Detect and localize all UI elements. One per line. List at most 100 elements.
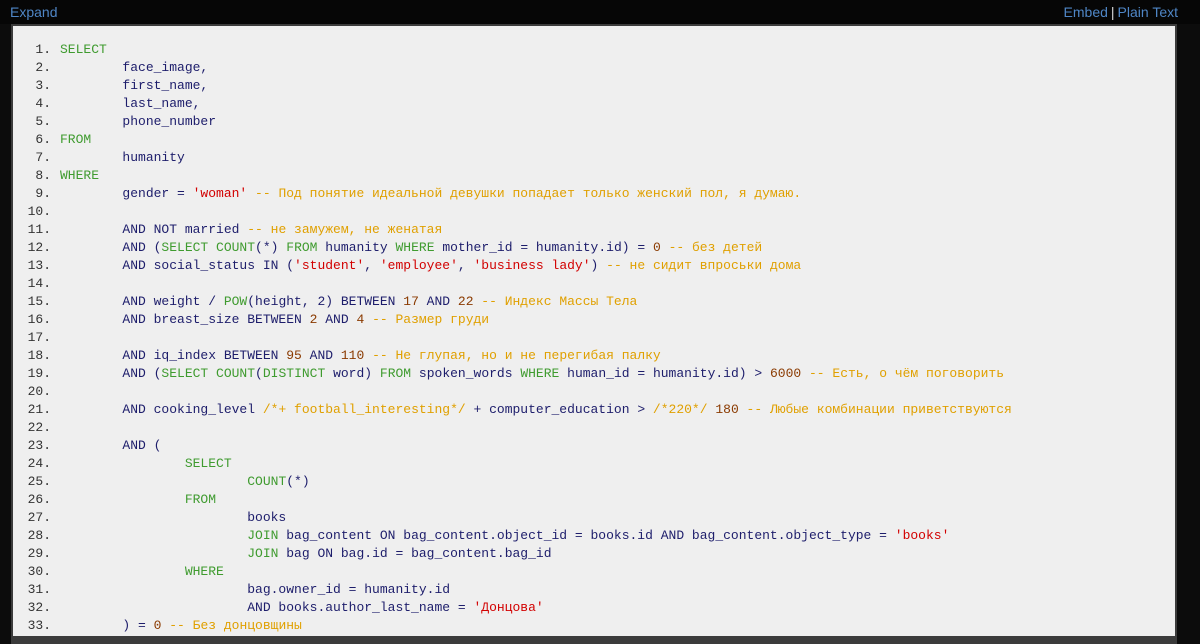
sql-string: 'woman' — [192, 186, 248, 201]
sql-comment: -- Не глупая, но и не перегибая палку — [364, 348, 661, 363]
sql-number: 180 — [715, 402, 739, 417]
sql-comment: -- Под понятие идеальной девушки попадае… — [247, 186, 802, 201]
code-line: 32. AND books.author_last_name = 'Донцов… — [13, 599, 1012, 617]
line-number: 27. — [27, 510, 51, 525]
code-line: 8. WHERE — [13, 167, 1012, 185]
sql-string: 'books' — [894, 528, 950, 543]
sql-string: 'employee' — [379, 258, 458, 273]
sql-text: (*) — [286, 474, 310, 489]
sql-keyword: SELECT COUNT — [161, 240, 256, 255]
code-line: 19. AND (SELECT COUNT(DISTINCT word) FRO… — [13, 365, 1012, 383]
sql-keyword: WHERE — [60, 168, 100, 183]
sql-number: 22 — [457, 294, 474, 309]
code-line: 23. AND ( — [13, 437, 1012, 455]
sql-keyword: DISTINCT — [262, 366, 326, 381]
sql-text: humanity — [317, 240, 396, 255]
sql-text: human_id = humanity.id) > — [559, 366, 770, 381]
sql-text: AND — [301, 348, 341, 363]
sql-keyword: FROM — [379, 366, 412, 381]
sql-text: AND ( — [60, 240, 162, 255]
sql-keyword: FROM — [60, 492, 217, 507]
line-number: 29. — [27, 546, 51, 561]
sql-text: (height, 2) BETWEEN — [247, 294, 404, 309]
link-separator: | — [1110, 4, 1115, 20]
line-number: 6. — [35, 132, 51, 147]
embed-link[interactable]: Embed — [1064, 4, 1108, 20]
code-line: 1. SELECT — [13, 41, 1012, 59]
sql-text: AND breast_size BETWEEN — [60, 312, 310, 327]
sql-keyword: WHERE — [520, 366, 560, 381]
sql-comment: /*+ football_interesting*/ — [262, 402, 466, 417]
line-number: 16. — [27, 312, 51, 327]
sql-string: 'business lady' — [473, 258, 591, 273]
line-number: 2. — [35, 60, 51, 75]
code-line: 7. humanity — [13, 149, 1012, 167]
sql-text: books — [60, 510, 287, 525]
sql-text: ) = — [60, 618, 154, 633]
sql-comment: -- Любые комбинации приветствуются — [738, 402, 1012, 417]
sql-keyword: JOIN — [247, 528, 279, 543]
sql-number: 0 — [652, 240, 661, 255]
code-line: 14. — [13, 275, 1012, 293]
line-number: 3. — [35, 78, 51, 93]
code-line: 12. AND (SELECT COUNT(*) FROM humanity W… — [13, 239, 1012, 257]
code-line: 13. AND social_status IN ('student', 'em… — [13, 257, 1012, 275]
line-number: 12. — [27, 240, 51, 255]
expand-link[interactable]: Expand — [10, 4, 57, 20]
sql-text: AND weight / — [60, 294, 224, 309]
sql-comment: -- Без донцовщины — [161, 618, 302, 633]
sql-text: ( — [255, 366, 263, 381]
sql-keyword: SELECT — [60, 456, 232, 471]
line-number: 24. — [27, 456, 51, 471]
code-listing: 1. SELECT 2. face_image, 3. first_name, 4. l… — [13, 41, 1012, 635]
sql-text: + computer_education > — [465, 402, 653, 417]
line-number: 33. — [27, 618, 51, 633]
code-line: 28. JOIN bag_content ON bag_content.obje… — [13, 527, 1012, 545]
line-number: 28. — [27, 528, 51, 543]
sql-keyword: SELECT COUNT — [161, 366, 256, 381]
code-line: 6. FROM — [13, 131, 1012, 149]
code-line: 22. — [13, 419, 1012, 437]
line-number: 17. — [27, 330, 51, 345]
sql-text: AND social_status IN ( — [60, 258, 295, 273]
sql-keyword: FROM — [60, 132, 92, 147]
sql-comment: -- не замужем, не женатая — [239, 222, 443, 237]
sql-keyword: JOIN — [247, 546, 279, 561]
code-line: 29. JOIN bag ON bag.id = bag_content.bag… — [13, 545, 1012, 563]
sql-text: last_name, — [60, 96, 201, 111]
sql-text: bag.owner_id = humanity.id — [60, 582, 451, 597]
code-line: 16. AND breast_size BETWEEN 2 AND 4 -- Р… — [13, 311, 1012, 329]
line-number: 13. — [27, 258, 51, 273]
toolbar: Expand Embed | Plain Text — [0, 0, 1200, 24]
sql-keyword: WHERE — [60, 564, 224, 579]
sql-string: 'student' — [294, 258, 365, 273]
sql-number: 110 — [340, 348, 365, 363]
line-number: 26. — [27, 492, 51, 507]
line-number: 22. — [27, 420, 51, 435]
code-line: 31. bag.owner_id = humanity.id — [13, 581, 1012, 599]
sql-keyword: COUNT — [247, 474, 287, 489]
code-line: 17. — [13, 329, 1012, 347]
sql-comment: /*220*/ — [652, 402, 708, 417]
code-line: 4. last_name, — [13, 95, 1012, 113]
code-box[interactable]: 1. SELECT 2. face_image, 3. first_name, 4. l… — [13, 26, 1175, 636]
sql-text: (*) — [255, 240, 287, 255]
sql-number: 6000 — [769, 366, 802, 381]
line-number: 10. — [27, 204, 51, 219]
plain-text-link[interactable]: Plain Text — [1118, 4, 1178, 20]
sql-text: AND books.author_last_name = — [60, 600, 474, 615]
code-line: 27. books — [13, 509, 1012, 527]
sql-text: AND — [418, 294, 458, 309]
code-line: 18. AND iq_index BETWEEN 95 AND 110 -- Н… — [13, 347, 1012, 365]
sql-text: AND — [317, 312, 357, 327]
code-line: 5. phone_number — [13, 113, 1012, 131]
sql-text: , — [457, 258, 474, 273]
toolbar-right-links: Embed | Plain Text — [1064, 4, 1178, 20]
sql-text: spoken_words — [411, 366, 521, 381]
line-number: 11. — [27, 222, 51, 237]
code-line: 30. WHERE — [13, 563, 1012, 581]
sql-comment: -- Есть, о чём поговорить — [801, 366, 1005, 381]
line-number: 4. — [35, 96, 51, 111]
code-line: 9. gender = 'woman' -- Под понятие идеал… — [13, 185, 1012, 203]
